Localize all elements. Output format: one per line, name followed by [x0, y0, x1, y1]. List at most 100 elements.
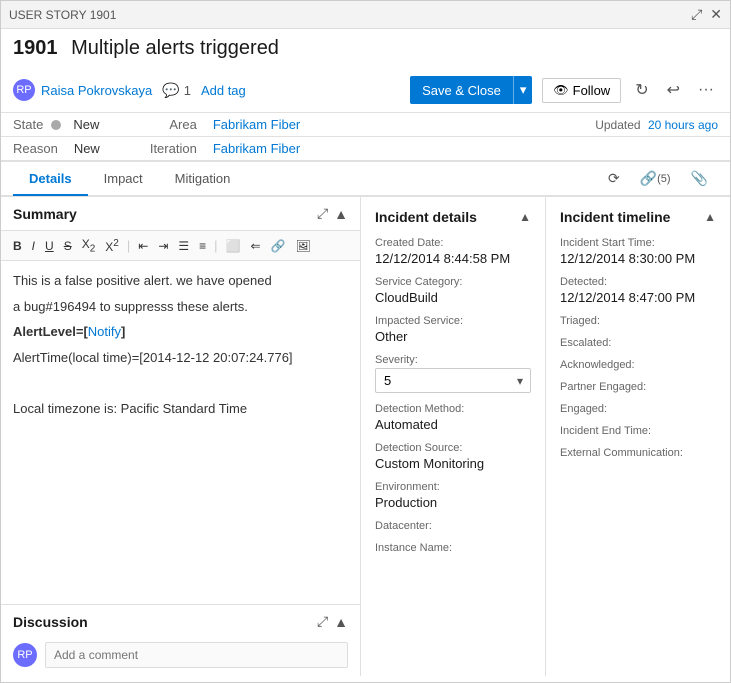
incident-details-title: Incident details	[375, 209, 477, 225]
summary-section-header: Summary ⤢ ▲	[1, 197, 360, 231]
tab-impact[interactable]: Impact	[88, 163, 159, 196]
meta-row-1: State New Area Fabrikam Fiber Updated 20…	[1, 113, 730, 137]
discussion-collapse-button[interactable]: ▲	[334, 614, 348, 630]
ordered-list-button[interactable]: ☰	[174, 237, 193, 255]
area-field: Area Fabrikam Fiber	[169, 117, 300, 132]
attachment-icon[interactable]: 📎	[681, 162, 718, 195]
link-badge: (5)	[657, 173, 670, 185]
add-tag-button[interactable]: Add tag	[201, 83, 246, 98]
incident-start-time-value: 12/12/2014 8:30:00 PM	[560, 251, 716, 266]
link-icon[interactable]: 🔗(5)	[630, 162, 681, 195]
incident-details-header: Incident details ▲	[375, 209, 531, 225]
history-icon[interactable]: ⟳	[598, 162, 630, 195]
reason-value: New	[74, 141, 100, 156]
incident-timeline-chevron[interactable]: ▲	[704, 210, 716, 224]
state-field: State New	[13, 117, 99, 132]
tab-mitigation[interactable]: Mitigation	[159, 163, 247, 196]
expand-icon[interactable]: ⤢	[691, 6, 702, 23]
incident-timeline: Incident timeline ▲ Incident Start Time:…	[546, 197, 730, 676]
bold-button[interactable]: B	[9, 237, 26, 255]
discussion-avatar: RP	[13, 643, 37, 667]
indent-increase-button[interactable]: ⇥	[154, 237, 172, 255]
created-date-value: 12/12/2014 8:44:58 PM	[375, 251, 531, 266]
incident-details-chevron[interactable]: ▲	[519, 210, 531, 224]
undo-button[interactable]: ↩	[663, 76, 684, 104]
partner-engaged-field: Partner Engaged:	[560, 381, 716, 393]
follow-icon: 👁	[553, 83, 568, 97]
area-value[interactable]: Fabrikam Fiber	[213, 117, 300, 132]
service-category-value: CloudBuild	[375, 290, 531, 305]
follow-button[interactable]: 👁 Follow	[542, 78, 621, 103]
state-dot	[51, 120, 61, 130]
incident-start-time-field: Incident Start Time: 12/12/2014 8:30:00 …	[560, 237, 716, 266]
summary-collapse-button[interactable]: ▲	[334, 206, 348, 222]
discussion-expand-button[interactable]: ⤢	[317, 613, 328, 630]
title-bar-label: USER STORY 1901	[9, 8, 116, 22]
avatar: RP	[13, 79, 35, 101]
summary-expand-button[interactable]: ⤢	[317, 205, 328, 222]
acknowledged-field: Acknowledged:	[560, 359, 716, 371]
superscript-button[interactable]: X2	[101, 236, 123, 256]
outdent-button[interactable]: ⇐	[247, 237, 265, 255]
meta-row-2: Reason New Iteration Fabrikam Fiber	[1, 137, 730, 161]
updated-text: Updated 20 hours ago	[595, 118, 718, 132]
severity-select[interactable]: 1 2 3 4 5	[375, 368, 531, 393]
incident-timeline-header: Incident timeline ▲	[560, 209, 716, 225]
subscript-button[interactable]: X2	[78, 235, 100, 256]
instance-name-field: Instance Name:	[375, 542, 531, 554]
detection-source-field: Detection Source: Custom Monitoring	[375, 442, 531, 471]
content-line-6: Local timezone is: Pacific Standard Time	[13, 399, 348, 419]
discussion-header: Discussion ⤢ ▲	[1, 605, 360, 638]
italic-button[interactable]: I	[28, 237, 39, 255]
assigned-name: Raisa Pokrovskaya	[41, 83, 152, 98]
editor-content[interactable]: This is a false positive alert. we have …	[1, 261, 360, 604]
environment-value: Production	[375, 495, 531, 510]
content-line-2: a bug#196494 to suppresss these alerts.	[13, 297, 348, 317]
detection-method-field: Detection Method: Automated	[375, 403, 531, 432]
indent-decrease-button[interactable]: ⇤	[134, 237, 152, 255]
align-left-button[interactable]: ⬜	[222, 237, 245, 255]
toolbar: RP Raisa Pokrovskaya 💬 1 Add tag Save & …	[1, 72, 730, 113]
save-close-label[interactable]: Save & Close	[410, 76, 513, 104]
comment-count: 1	[184, 83, 191, 98]
save-close-dropdown-icon[interactable]: ▾	[513, 76, 533, 104]
content-line-1: This is a false positive alert. we have …	[13, 271, 348, 291]
image-button[interactable]: 🖼	[292, 237, 315, 255]
underline-button[interactable]: U	[41, 237, 58, 255]
external-comm-field: External Communication:	[560, 447, 716, 459]
strikethrough-button[interactable]: S	[60, 237, 76, 255]
refresh-button[interactable]: ↻	[631, 76, 652, 104]
right-panel: Incident details ▲ Created Date: 12/12/2…	[361, 197, 730, 676]
save-close-button[interactable]: Save & Close ▾	[410, 76, 532, 104]
service-category-field: Service Category: CloudBuild	[375, 276, 531, 305]
unordered-list-button[interactable]: ≡	[195, 237, 210, 255]
right-two-col: Incident details ▲ Created Date: 12/12/2…	[361, 197, 730, 676]
close-icon[interactable]: ✕	[710, 6, 722, 23]
created-date-field: Created Date: 12/12/2014 8:44:58 PM	[375, 237, 531, 266]
environment-field: Environment: Production	[375, 481, 531, 510]
notify-link[interactable]: Notify	[88, 324, 121, 339]
impacted-service-field: Impacted Service: Other	[375, 315, 531, 344]
iteration-value[interactable]: Fabrikam Fiber	[213, 141, 300, 156]
datacenter-field: Datacenter:	[375, 520, 531, 532]
triaged-field: Triaged:	[560, 315, 716, 327]
detected-field: Detected: 12/12/2014 8:47:00 PM	[560, 276, 716, 305]
comment-input[interactable]	[45, 642, 348, 668]
incident-end-time-field: Incident End Time:	[560, 425, 716, 437]
content-area: Summary ⤢ ▲ B I U S X2 X2 | ⇤ ⇥ ☰ ≡ | ⬜ …	[1, 197, 730, 676]
meta-section: State New Area Fabrikam Fiber Updated 20…	[1, 113, 730, 162]
content-line-5	[13, 373, 348, 393]
escalated-field: Escalated:	[560, 337, 716, 349]
content-line-3: AlertLevel=[Notify]	[13, 322, 348, 342]
link-button[interactable]: 🔗	[267, 237, 290, 255]
more-button[interactable]: ···	[694, 77, 718, 103]
tab-details[interactable]: Details	[13, 163, 88, 196]
discussion-title: Discussion	[13, 614, 88, 630]
assigned-to-area[interactable]: RP Raisa Pokrovskaya	[13, 79, 152, 101]
comment-button[interactable]: 💬 1	[162, 82, 191, 99]
updated-time: 20 hours ago	[648, 118, 718, 132]
page-title: 1901 Multiple alerts triggered	[13, 37, 718, 60]
summary-icons: ⤢ ▲	[317, 205, 348, 222]
detection-method-value: Automated	[375, 417, 531, 432]
discussion-section: Discussion ⤢ ▲ RP	[1, 604, 360, 676]
